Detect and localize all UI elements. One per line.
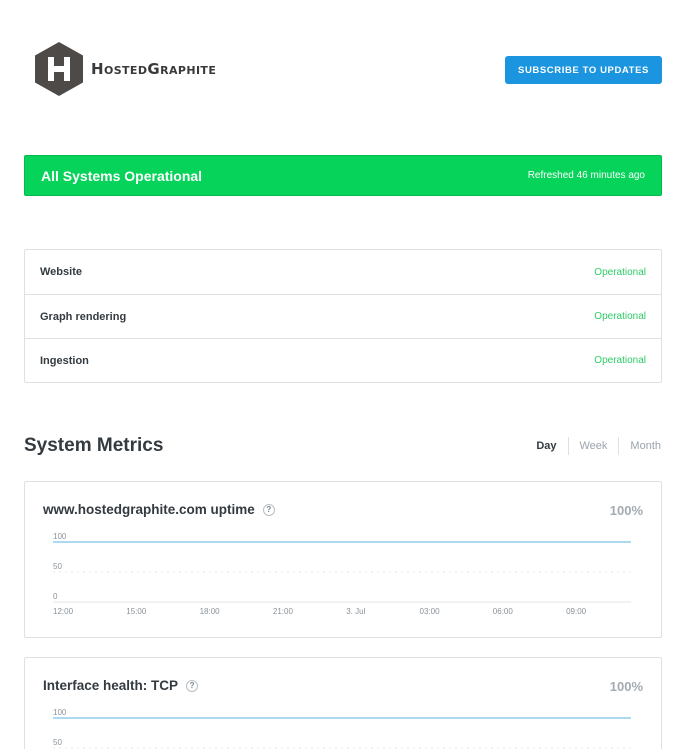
- component-row-graph-rendering[interactable]: Graph rendering Operational: [25, 294, 661, 338]
- x-tick-label: 18:00: [200, 607, 221, 616]
- metric-value: 100%: [609, 503, 643, 518]
- logo[interactable]: HostedGraphite: [33, 41, 216, 97]
- tab-day[interactable]: Day: [525, 437, 567, 455]
- x-tick-label: 12:00: [53, 607, 74, 616]
- component-status: Operational: [594, 311, 646, 322]
- y-tick-label: 100: [53, 532, 67, 541]
- y-tick-label: 50: [53, 562, 62, 571]
- y-tick-label: 50: [53, 738, 62, 747]
- page-header: HostedGraphite SUBSCRIBE TO UPDATES: [0, 0, 687, 120]
- components-list: Website Operational Graph rendering Oper…: [24, 249, 662, 383]
- metric-header: Interface health: TCP ?: [43, 678, 199, 693]
- component-name: Ingestion: [40, 354, 89, 367]
- x-tick-label: 3. Jul: [346, 607, 365, 616]
- x-tick-label: 15:00: [126, 607, 147, 616]
- question-mark-icon[interactable]: ?: [186, 679, 199, 692]
- x-tick-label: 03:00: [420, 607, 441, 616]
- status-banner: All Systems Operational Refreshed 46 min…: [24, 155, 662, 196]
- x-tick-label: 09:00: [566, 607, 587, 616]
- component-name: Graph rendering: [40, 310, 127, 323]
- metrics-title: System Metrics: [24, 435, 164, 456]
- question-mark-icon[interactable]: ?: [262, 503, 275, 516]
- metric-name: www.hostedgraphite.com uptime: [43, 502, 255, 517]
- uptime-chart: 100 50 0 12:00 15:00 18:00 21:00 3. Jul 03:00 06:…: [53, 532, 631, 616]
- component-status: Operational: [594, 266, 646, 278]
- x-tick-label: 06:00: [493, 607, 514, 616]
- component-row-ingestion[interactable]: Ingestion Operational: [25, 338, 661, 382]
- logo-text: HostedGraphite: [91, 60, 217, 78]
- x-tick-label: 21:00: [273, 607, 294, 616]
- tcp-chart: 100 50: [53, 708, 631, 749]
- metric-name: Interface health: TCP: [43, 678, 179, 693]
- metric-card-uptime: www.hostedgraphite.com uptime ? 100% 100…: [24, 481, 662, 638]
- tab-week[interactable]: Week: [567, 437, 619, 455]
- overall-status: All Systems Operational: [41, 167, 203, 184]
- component-row-website[interactable]: Website Operational: [25, 250, 661, 294]
- metric-value: 100%: [609, 679, 643, 694]
- metric-header: www.hostedgraphite.com uptime ?: [43, 502, 275, 517]
- component-status: Operational: [594, 355, 646, 366]
- subscribe-button[interactable]: SUBSCRIBE TO UPDATES: [505, 56, 662, 84]
- refresh-time: Refreshed 46 minutes ago: [527, 170, 645, 181]
- tab-month[interactable]: Month: [618, 437, 661, 455]
- hexagon-h-logo-icon: [35, 42, 83, 96]
- range-tabs: Day Week Month: [525, 437, 661, 455]
- metric-card-tcp: Interface health: TCP ? 100% 100 50: [24, 657, 662, 749]
- y-tick-label: 100: [53, 708, 67, 717]
- component-name: Website: [40, 266, 82, 278]
- y-tick-label: 0: [53, 592, 58, 601]
